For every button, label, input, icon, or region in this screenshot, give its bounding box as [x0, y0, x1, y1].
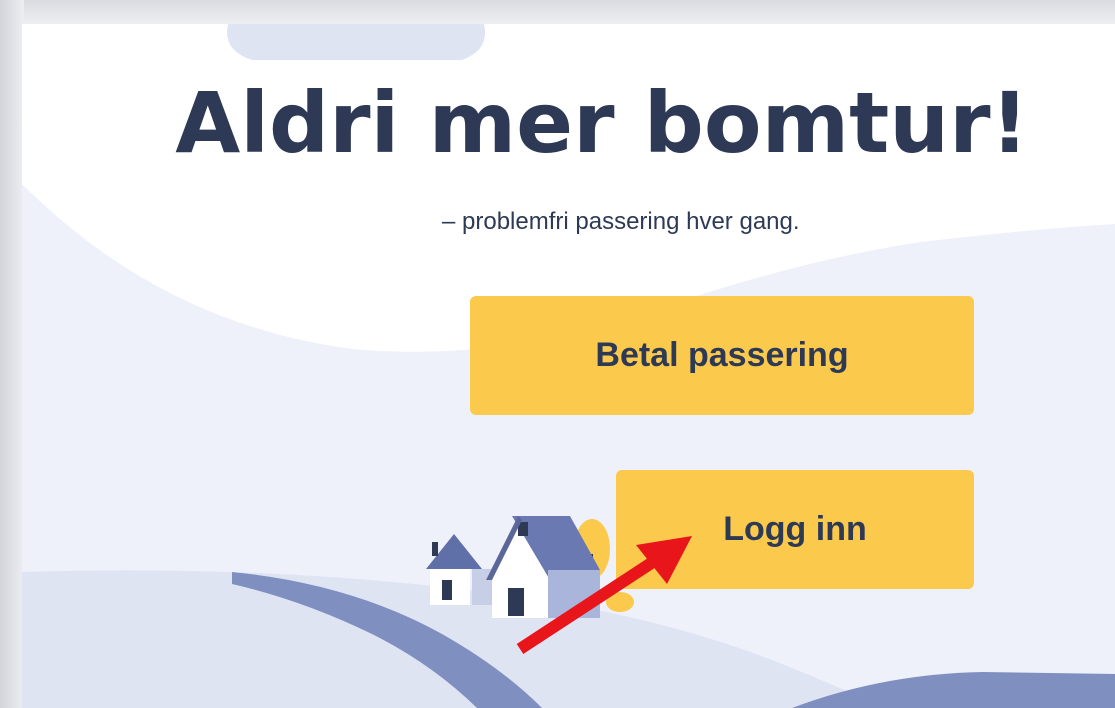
pay-passage-button[interactable]: Betal passering [470, 296, 974, 415]
frame-shadow-left [0, 0, 24, 708]
page-subheadline: – problemfri passering hver gang. [442, 208, 800, 235]
frame-shadow-top [0, 0, 1115, 26]
page-headline: Aldri mer bomtur! [175, 74, 1029, 172]
top-cloud-shape [227, 24, 486, 60]
screenshot-frame: Aldri mer bomtur! – problemfri passering… [0, 0, 1115, 708]
login-button[interactable]: Logg inn [616, 470, 974, 589]
landing-page: Aldri mer bomtur! – problemfri passering… [22, 24, 1115, 708]
